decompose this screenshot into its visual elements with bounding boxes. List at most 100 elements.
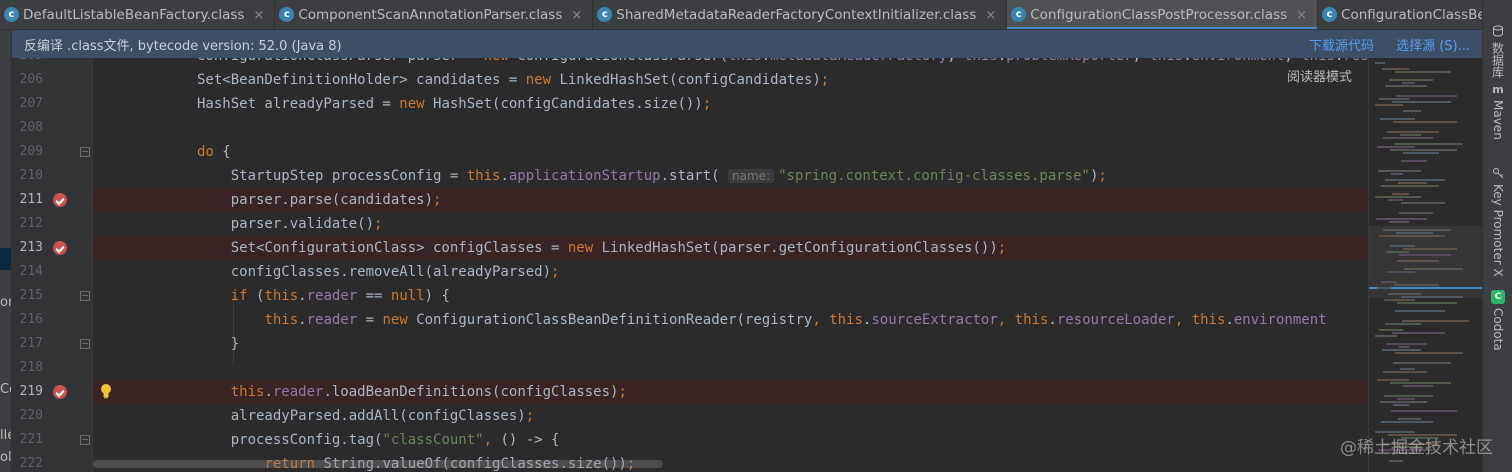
- line-number: 219: [19, 384, 43, 399]
- code-token: environment: [1192, 58, 1285, 64]
- fold-icon[interactable]: [80, 147, 90, 157]
- download-source-link[interactable]: 下载源代码: [1309, 35, 1374, 54]
- minimap-code-line: [1397, 302, 1457, 304]
- gutter-line: 212: [12, 212, 92, 236]
- minimap-code-line: [1378, 170, 1421, 172]
- close-icon[interactable]: ×: [253, 8, 264, 23]
- editor-tab[interactable]: c ComponentScanAnnotationParser.class ×: [275, 0, 594, 29]
- gutter-line: 218: [12, 356, 92, 380]
- code-token: this: [1014, 312, 1049, 328]
- tab-label: ConfigurationClassBeanDe: [1341, 7, 1482, 23]
- code-token: this: [1301, 58, 1335, 64]
- minimap-code-line: [1383, 229, 1451, 231]
- code-token: this: [728, 58, 762, 64]
- fold-icon[interactable]: [80, 339, 90, 349]
- gutter-line: 214: [12, 260, 92, 284]
- code-token: reader: [306, 288, 358, 304]
- choose-source-link[interactable]: 选择源 (S)...: [1396, 35, 1470, 54]
- code-line: processConfig.tag("classCount", () -> {: [93, 428, 1368, 452]
- minimap-code-line: [1395, 352, 1463, 354]
- code-token: ;: [702, 96, 712, 112]
- minimap-code-line: [1384, 299, 1415, 301]
- close-icon[interactable]: ×: [571, 8, 582, 23]
- minimap-code-line: [1380, 401, 1427, 403]
- right-tool-database[interactable]: 数据库: [1483, 24, 1512, 78]
- minimap-code-line: [1379, 235, 1445, 237]
- code-token: this: [964, 58, 998, 64]
- left-selection-marker: [0, 248, 11, 270]
- minimap-code-line: [1394, 143, 1463, 145]
- reader-mode-button[interactable]: 阅读器模式: [1283, 66, 1357, 85]
- lightbulb-icon[interactable]: [100, 383, 112, 399]
- code-token: ;: [374, 216, 383, 232]
- breakpoint-icon[interactable]: [53, 385, 67, 399]
- minimap-code-line: [1402, 82, 1415, 84]
- code-token: ;: [618, 384, 627, 400]
- minimap-code-line: [1395, 310, 1445, 312]
- breakpoint-icon[interactable]: [53, 193, 67, 207]
- code-line: configClasses.removeAll(alreadyParsed);: [93, 260, 1368, 284]
- gutter-line: 221: [12, 428, 92, 452]
- decompiled-notice-banner: 反编译 .class文件, bytecode version: 52.0 (Ja…: [12, 30, 1482, 58]
- code-minimap[interactable]: [1368, 58, 1482, 472]
- breakpoint-icon[interactable]: [53, 241, 67, 255]
- code-text: do {: [197, 140, 231, 164]
- editor-tab[interactable]: c ConfigurationClassPostProcessor.class ×: [1007, 0, 1319, 29]
- minimap-code-line: [1402, 320, 1469, 322]
- line-number: 216: [19, 312, 43, 327]
- code-text: StartupStep processConfig = this.applica…: [197, 164, 1107, 188]
- fold-icon[interactable]: [80, 291, 90, 301]
- right-tool-label: Maven: [1491, 100, 1505, 140]
- code-text: this.reader = new ConfigurationClassBean…: [197, 308, 1326, 332]
- watermark: @稀土掘金技术社区: [1340, 438, 1493, 458]
- gutter-line: 219: [12, 380, 92, 404]
- minimap-code-line: [1391, 410, 1457, 412]
- gutter-line: 220: [12, 404, 92, 428]
- editor-gutter[interactable]: 205 206 207 208 209 210 211 212 213 214 215 216 217 2…: [12, 58, 92, 472]
- fold-icon[interactable]: [80, 435, 90, 445]
- code-token: .: [298, 288, 307, 304]
- minimap-code-line: [1383, 137, 1433, 139]
- line-number: 222: [19, 456, 43, 471]
- tab-label: ConfigurationClassPostProcessor.class: [1030, 7, 1288, 23]
- code-editor[interactable]: ConfigurationClassParser parser = new Co…: [93, 58, 1368, 472]
- left-panel-text: lle: [0, 428, 11, 443]
- editor-tab[interactable]: cConfigurationClassBeanDe: [1318, 0, 1482, 29]
- close-icon[interactable]: ×: [1296, 8, 1307, 23]
- gutter-line: 209: [12, 140, 92, 164]
- minimap-code-line: [1375, 196, 1421, 198]
- code-token: applicationStartup: [508, 168, 661, 184]
- horizontal-scrollbar[interactable]: [93, 460, 663, 468]
- minimap-code-line: [1401, 202, 1445, 204]
- code-text: if (this.reader == null) {: [197, 284, 450, 308]
- minimap-code-line: [1384, 395, 1433, 397]
- editor-tab[interactable]: c DefaultListableBeanFactory.class ×: [0, 0, 276, 29]
- code-token: resourceLoader: [1343, 58, 1368, 64]
- minimap-code-line: [1393, 121, 1457, 123]
- close-icon[interactable]: ×: [985, 8, 996, 23]
- code-token: parser.validate(): [197, 216, 375, 232]
- right-tool-key-promoter[interactable]: Key Promoter X: [1483, 166, 1512, 277]
- code-line: StartupStep processConfig = this.applica…: [93, 164, 1368, 188]
- code-text: this.reader.loadBeanDefinitions(configCl…: [197, 380, 627, 404]
- gutter-line: 205: [12, 58, 92, 68]
- minimap-code-line: [1397, 398, 1415, 400]
- database-icon: [1491, 24, 1505, 38]
- code-token: ,: [1133, 58, 1150, 64]
- code-token: ;: [433, 192, 442, 208]
- right-tool-maven[interactable]: m Maven: [1483, 82, 1512, 140]
- code-text: ConfigurationClassParser parser = new Co…: [197, 58, 1368, 68]
- code-line: this.reader = new ConfigurationClassBean…: [93, 308, 1368, 332]
- minimap-code-line: [1382, 349, 1421, 351]
- gutter-line: 217: [12, 332, 92, 356]
- minimap-code-line: [1390, 382, 1451, 384]
- code-token: ;: [551, 264, 560, 280]
- code-token: ) {: [424, 288, 450, 304]
- right-tool-codota[interactable]: C Codota: [1483, 290, 1512, 351]
- line-number: 218: [19, 360, 43, 375]
- editor-tab[interactable]: c SharedMetadataReaderFactoryContextIniti…: [593, 0, 1008, 29]
- minimap-code-line: [1389, 221, 1409, 223]
